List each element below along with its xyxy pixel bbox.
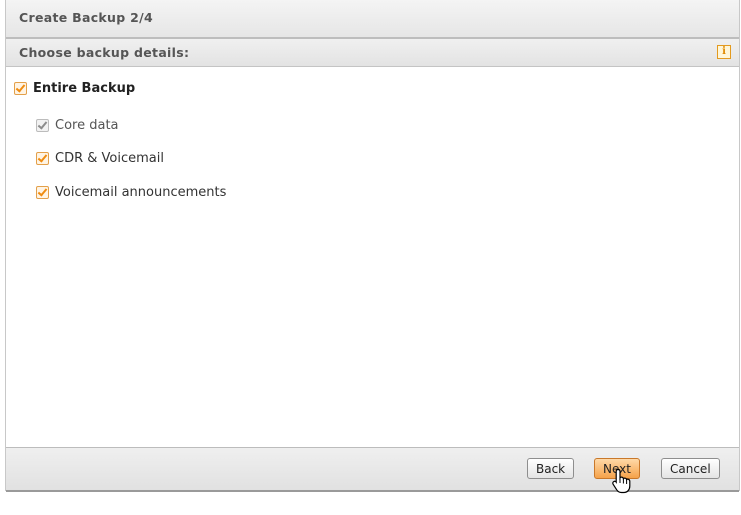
next-button[interactable]: Next [594, 458, 640, 479]
info-icon[interactable]: i [717, 45, 731, 59]
dialog-titlebar: Create Backup 2/4 [6, 0, 739, 39]
entire-backup-label: Entire Backup [33, 81, 136, 96]
cdr-voicemail-checkbox[interactable] [36, 152, 49, 165]
cancel-button[interactable]: Cancel [661, 458, 720, 479]
section-header: Choose backup details: i [6, 39, 739, 67]
core-data-checkbox [36, 119, 49, 132]
entire-backup-option[interactable]: Entire Backup [14, 81, 135, 96]
voicemail-announcements-checkbox[interactable] [36, 186, 49, 199]
create-backup-dialog: Create Backup 2/4 Choose backup details:… [5, 0, 740, 492]
dialog-footer: Back Next Cancel [6, 447, 739, 492]
cdr-voicemail-label: CDR & Voicemail [55, 151, 164, 166]
dialog-title: Create Backup 2/4 [19, 10, 153, 25]
core-data-label: Core data [55, 118, 119, 133]
section-title: Choose backup details: [19, 45, 190, 60]
back-button[interactable]: Back [527, 458, 575, 479]
options-panel: Entire Backup Core data CDR & Voicemail … [6, 67, 739, 447]
core-data-option: Core data [36, 118, 119, 133]
entire-backup-checkbox[interactable] [14, 82, 27, 95]
cdr-voicemail-option[interactable]: CDR & Voicemail [36, 151, 164, 166]
voicemail-announcements-label: Voicemail announcements [55, 185, 227, 200]
voicemail-announcements-option[interactable]: Voicemail announcements [36, 185, 226, 200]
